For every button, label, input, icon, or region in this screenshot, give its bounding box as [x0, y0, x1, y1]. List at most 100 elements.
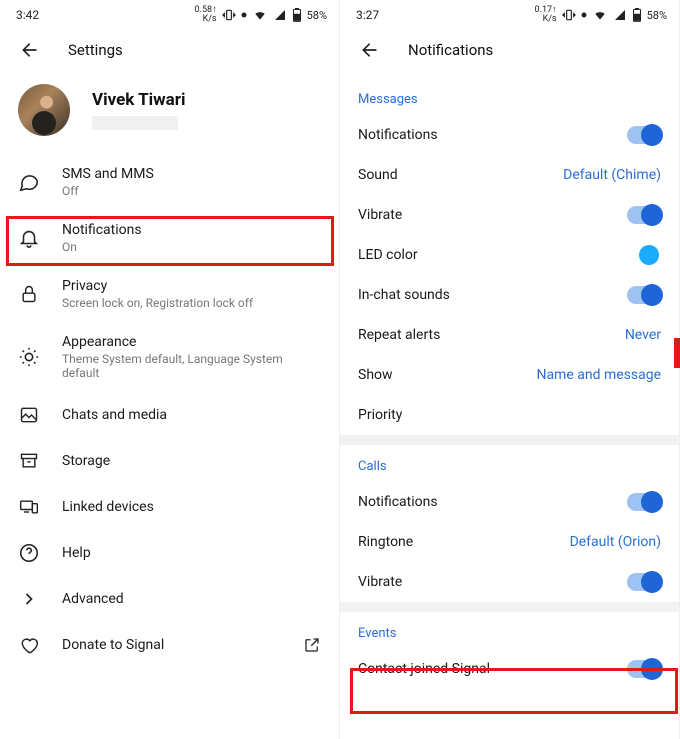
row-label: Notifications — [358, 127, 605, 143]
row-label: Linked devices — [62, 499, 321, 515]
help-icon — [18, 542, 40, 564]
row-label: Repeat alerts — [358, 327, 603, 343]
profile-row[interactable]: Vivek Tiwari — [0, 78, 339, 154]
row-label: Notifications — [358, 494, 605, 510]
row-sublabel: On — [62, 240, 321, 254]
wifi-icon — [252, 8, 268, 22]
devices-icon — [18, 496, 40, 518]
pref-msg-notifications[interactable]: Notifications — [340, 115, 679, 155]
settings-row-donate[interactable]: Donate to Signal — [0, 622, 339, 668]
pref-msg-inchat[interactable]: In-chat sounds — [340, 275, 679, 315]
toggle-switch[interactable] — [627, 573, 661, 591]
pref-msg-sound[interactable]: Sound Default (Chime) — [340, 155, 679, 195]
row-label: LED color — [358, 247, 617, 263]
row-label: Donate to Signal — [62, 637, 281, 653]
toggle-switch[interactable] — [627, 660, 661, 678]
section-header-messages: Messages — [340, 78, 679, 115]
row-label: Privacy — [62, 278, 321, 294]
app-bar: Notifications — [340, 26, 679, 78]
settings-row-help[interactable]: Help — [0, 530, 339, 576]
back-icon[interactable] — [360, 40, 380, 60]
section-header-calls: Calls — [340, 445, 679, 482]
vibrate-icon — [222, 8, 236, 22]
settings-row-sms[interactable]: SMS and MMS Off — [0, 154, 339, 210]
toggle-switch[interactable] — [627, 206, 661, 224]
toggle-switch[interactable] — [627, 286, 661, 304]
row-value: Default (Orion) — [570, 534, 661, 550]
status-icons: 0.58↑K/s 58% — [195, 6, 327, 24]
pref-msg-show[interactable]: Show Name and message — [340, 355, 679, 395]
row-label: Vibrate — [358, 574, 605, 590]
row-value: Default (Chime) — [563, 167, 661, 183]
section-divider — [340, 602, 679, 612]
battery-icon — [292, 8, 302, 22]
pref-msg-vibrate[interactable]: Vibrate — [340, 195, 679, 235]
row-label: Priority — [358, 407, 661, 423]
profile-phone-redacted — [92, 116, 178, 130]
vibrate-icon — [562, 8, 576, 22]
settings-row-appearance[interactable]: Appearance Theme System default, Languag… — [0, 322, 339, 392]
status-data-rate: 0.58↑K/s — [195, 6, 217, 24]
page-title: Notifications — [408, 41, 493, 59]
settings-row-privacy[interactable]: Privacy Screen lock on, Registration loc… — [0, 266, 339, 322]
lock-icon — [18, 283, 40, 305]
avatar — [18, 84, 70, 136]
status-time: 3:42 — [16, 8, 39, 22]
pref-msg-priority[interactable]: Priority — [340, 395, 679, 435]
settings-row-linked[interactable]: Linked devices — [0, 484, 339, 530]
pref-calls-ringtone[interactable]: Ringtone Default (Orion) — [340, 522, 679, 562]
external-link-icon — [303, 636, 321, 654]
wifi-icon — [592, 8, 608, 22]
status-bar: 3:27 0.17↑K/s 58% — [340, 0, 679, 26]
settings-row-notifications[interactable]: Notifications On — [0, 210, 339, 266]
settings-row-storage[interactable]: Storage — [0, 438, 339, 484]
row-sublabel: Screen lock on, Registration lock off — [62, 296, 321, 310]
status-battery-percent: 58% — [647, 9, 667, 22]
toggle-switch[interactable] — [627, 493, 661, 511]
dot-icon — [241, 12, 247, 18]
settings-row-advanced[interactable]: Advanced — [0, 576, 339, 622]
row-label: Ringtone — [358, 534, 548, 550]
pref-calls-notifications[interactable]: Notifications — [340, 482, 679, 522]
row-sublabel: Theme System default, Language System de… — [62, 352, 321, 380]
bell-icon — [18, 227, 40, 249]
archive-icon — [18, 450, 40, 472]
row-label: Sound — [358, 167, 541, 183]
pref-msg-led[interactable]: LED color — [340, 235, 679, 275]
chat-bubble-icon — [18, 171, 40, 193]
dot-icon — [581, 12, 587, 18]
row-label: SMS and MMS — [62, 166, 321, 182]
screenshot-settings: 3:42 0.58↑K/s 58% Settings Vivek Tiwari … — [0, 0, 340, 739]
status-icons: 0.17↑K/s 58% — [535, 6, 667, 24]
chevron-right-icon — [18, 588, 40, 610]
section-divider — [340, 435, 679, 445]
status-data-rate: 0.17↑K/s — [535, 6, 557, 24]
battery-icon — [632, 8, 642, 22]
row-label: Vibrate — [358, 207, 605, 223]
signal-icon — [613, 9, 627, 21]
sun-icon — [18, 346, 40, 368]
app-bar: Settings — [0, 26, 339, 78]
row-label: Notifications — [62, 222, 321, 238]
row-value: Never — [625, 327, 661, 343]
led-color-indicator — [639, 245, 659, 265]
section-header-events: Events — [340, 612, 679, 649]
back-icon[interactable] — [20, 40, 40, 60]
status-time: 3:27 — [356, 8, 379, 22]
row-label: Storage — [62, 453, 321, 469]
profile-name: Vivek Tiwari — [92, 90, 186, 110]
pref-msg-repeat[interactable]: Repeat alerts Never — [340, 315, 679, 355]
status-bar: 3:42 0.58↑K/s 58% — [0, 0, 339, 26]
pref-events-contact-joined[interactable]: Contact joined Signal — [340, 649, 679, 689]
signal-icon — [273, 9, 287, 21]
settings-row-chats[interactable]: Chats and media — [0, 392, 339, 438]
row-sublabel: Off — [62, 184, 321, 198]
row-label: In-chat sounds — [358, 287, 605, 303]
image-icon — [18, 404, 40, 426]
row-label: Help — [62, 545, 321, 561]
row-label: Contact joined Signal — [358, 661, 605, 677]
toggle-switch[interactable] — [627, 126, 661, 144]
page-title: Settings — [68, 41, 123, 59]
row-label: Chats and media — [62, 407, 321, 423]
pref-calls-vibrate[interactable]: Vibrate — [340, 562, 679, 602]
